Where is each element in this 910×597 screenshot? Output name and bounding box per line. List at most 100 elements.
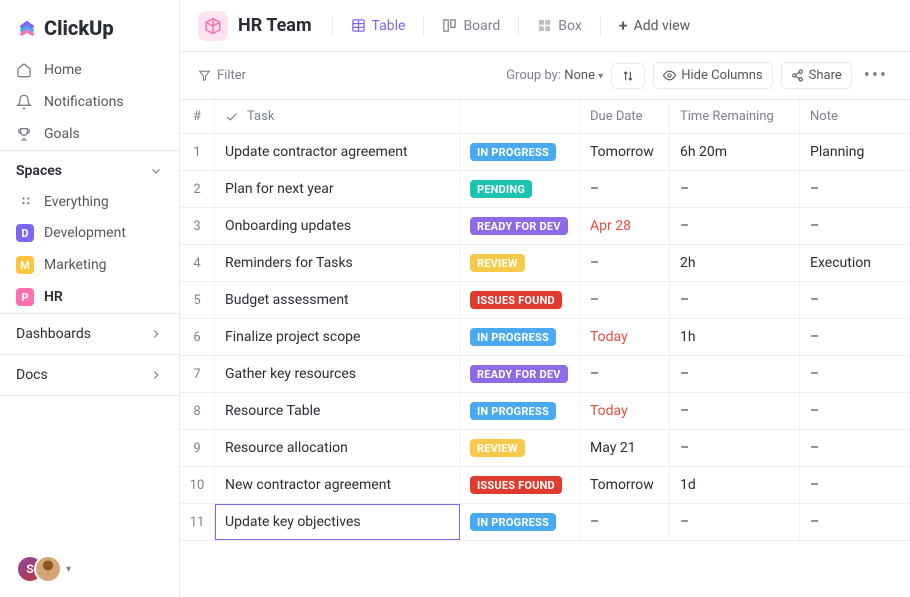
time-cell[interactable]: 1h: [670, 319, 800, 355]
note-cell[interactable]: –: [800, 282, 910, 318]
note-cell[interactable]: –: [800, 504, 910, 540]
col-status[interactable]: [460, 100, 580, 133]
task-cell[interactable]: Update contractor agreement: [215, 134, 460, 170]
task-cell[interactable]: Resource Table: [215, 393, 460, 429]
task-cell[interactable]: Reminders for Tasks: [215, 245, 460, 281]
status-cell[interactable]: IN PROGRESS: [460, 504, 580, 540]
add-view-label: Add view: [634, 18, 691, 34]
time-cell[interactable]: –: [670, 208, 800, 244]
note-cell[interactable]: Execution: [800, 245, 910, 281]
table-row[interactable]: 10New contractor agreementISSUES FOUNDTo…: [180, 467, 910, 504]
view-tab-board[interactable]: Board: [432, 12, 510, 40]
task-cell[interactable]: Budget assessment: [215, 282, 460, 318]
logo[interactable]: ClickUp: [0, 16, 179, 54]
due-cell[interactable]: –: [580, 171, 670, 207]
col-due[interactable]: Due Date: [580, 100, 670, 133]
status-cell[interactable]: IN PROGRESS: [460, 393, 580, 429]
share-button[interactable]: Share: [781, 62, 852, 89]
spaces-everything[interactable]: Everything: [0, 187, 179, 217]
task-cell[interactable]: Resource allocation: [215, 430, 460, 466]
status-cell[interactable]: ISSUES FOUND: [460, 467, 580, 503]
status-cell[interactable]: READY FOR DEV: [460, 208, 580, 244]
status-cell[interactable]: ISSUES FOUND: [460, 282, 580, 318]
status-cell[interactable]: IN PROGRESS: [460, 319, 580, 355]
col-time[interactable]: Time Remaining: [670, 100, 800, 133]
time-cell[interactable]: 2h: [670, 245, 800, 281]
hide-columns-button[interactable]: Hide Columns: [653, 62, 772, 89]
sort-button[interactable]: [611, 63, 645, 89]
sidebar: ClickUp Home Notifications Goals Spaces …: [0, 0, 180, 597]
filter-button[interactable]: Filter: [198, 68, 246, 83]
status-cell[interactable]: PENDING: [460, 171, 580, 207]
time-cell[interactable]: –: [670, 393, 800, 429]
due-cell[interactable]: Today: [580, 319, 670, 355]
note-cell[interactable]: Planning: [800, 134, 910, 170]
avatar[interactable]: [34, 555, 62, 583]
table-row[interactable]: 3Onboarding updatesREADY FOR DEVApr 28––: [180, 208, 910, 245]
task-cell[interactable]: Onboarding updates: [215, 208, 460, 244]
table-row[interactable]: 5Budget assessmentISSUES FOUND–––: [180, 282, 910, 319]
sidebar-docs[interactable]: Docs: [0, 354, 179, 396]
table-row[interactable]: 11Update key objectivesIN PROGRESS–––: [180, 504, 910, 541]
col-note[interactable]: Note: [800, 100, 910, 133]
groupby-select[interactable]: Group by: None ▾: [506, 68, 603, 83]
status-cell[interactable]: REVIEW: [460, 430, 580, 466]
space-hr[interactable]: P HR: [0, 281, 179, 313]
status-cell[interactable]: IN PROGRESS: [460, 134, 580, 170]
task-cell[interactable]: Gather key resources: [215, 356, 460, 392]
due-cell[interactable]: Apr 28: [580, 208, 670, 244]
time-cell[interactable]: –: [670, 504, 800, 540]
time-cell[interactable]: 6h 20m: [670, 134, 800, 170]
task-cell[interactable]: Update key objectives: [215, 504, 460, 540]
due-cell[interactable]: Today: [580, 393, 670, 429]
due-cell[interactable]: –: [580, 282, 670, 318]
logo-text: ClickUp: [44, 16, 114, 40]
due-cell[interactable]: –: [580, 356, 670, 392]
space-marketing[interactable]: M Marketing: [0, 249, 179, 281]
time-cell[interactable]: –: [670, 171, 800, 207]
chevron-down-icon: ▾: [598, 71, 603, 82]
spaces-header[interactable]: Spaces: [0, 151, 179, 187]
status-cell[interactable]: REVIEW: [460, 245, 580, 281]
task-cell[interactable]: Finalize project scope: [215, 319, 460, 355]
note-cell[interactable]: –: [800, 319, 910, 355]
table-row[interactable]: 8Resource TableIN PROGRESSToday––: [180, 393, 910, 430]
topbar: HR Team Table Board Box + Add view: [180, 0, 910, 52]
due-cell[interactable]: Tomorrow: [580, 134, 670, 170]
time-cell[interactable]: –: [670, 282, 800, 318]
note-cell[interactable]: –: [800, 171, 910, 207]
note-cell[interactable]: –: [800, 393, 910, 429]
task-cell[interactable]: New contractor agreement: [215, 467, 460, 503]
time-cell[interactable]: –: [670, 430, 800, 466]
table-row[interactable]: 4Reminders for TasksREVIEW–2hExecution: [180, 245, 910, 282]
view-tab-table[interactable]: Table: [341, 12, 416, 40]
add-view-button[interactable]: + Add view: [609, 10, 700, 41]
table-row[interactable]: 9Resource allocationREVIEWMay 21––: [180, 430, 910, 467]
nav-goals[interactable]: Goals: [0, 118, 179, 150]
col-num[interactable]: #: [180, 100, 215, 133]
note-cell[interactable]: –: [800, 356, 910, 392]
status-cell[interactable]: READY FOR DEV: [460, 356, 580, 392]
view-tab-box[interactable]: Box: [527, 12, 592, 40]
nav-notifications[interactable]: Notifications: [0, 86, 179, 118]
table-row[interactable]: 7Gather key resourcesREADY FOR DEV–––: [180, 356, 910, 393]
task-cell[interactable]: Plan for next year: [215, 171, 460, 207]
sidebar-dashboards[interactable]: Dashboards: [0, 313, 179, 354]
due-cell[interactable]: –: [580, 504, 670, 540]
note-cell[interactable]: –: [800, 208, 910, 244]
table-row[interactable]: 1Update contractor agreementIN PROGRESST…: [180, 134, 910, 171]
nav-home[interactable]: Home: [0, 54, 179, 86]
table-row[interactable]: 6Finalize project scopeIN PROGRESSToday1…: [180, 319, 910, 356]
time-cell[interactable]: 1d: [670, 467, 800, 503]
note-cell[interactable]: –: [800, 430, 910, 466]
table-row[interactable]: 2Plan for next yearPENDING–––: [180, 171, 910, 208]
due-cell[interactable]: –: [580, 245, 670, 281]
user-avatars[interactable]: S ▾: [0, 541, 179, 597]
note-cell[interactable]: –: [800, 467, 910, 503]
time-cell[interactable]: –: [670, 356, 800, 392]
due-cell[interactable]: May 21: [580, 430, 670, 466]
space-development[interactable]: D Development: [0, 217, 179, 249]
more-button[interactable]: •••: [860, 65, 892, 86]
col-task[interactable]: Task: [215, 100, 460, 133]
due-cell[interactable]: Tomorrow: [580, 467, 670, 503]
